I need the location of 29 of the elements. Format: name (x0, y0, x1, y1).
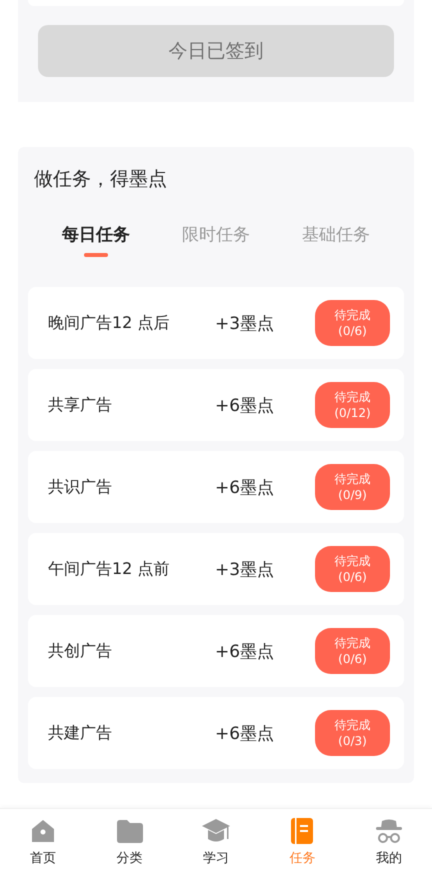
task-reward: +6墨点 (215, 722, 276, 744)
task-reward: +6墨点 (215, 476, 276, 498)
section-title: 做任务，得墨点 (33, 167, 168, 192)
task-name: 晚间广告12 点后 (48, 312, 170, 334)
task-status-button[interactable]: 待完成 (0/6) (315, 300, 390, 346)
task-reward: +3墨点 (215, 558, 276, 580)
task-reward: +6墨点 (215, 640, 276, 662)
task-name: 共识广告 (48, 476, 113, 498)
task-name: 共享广告 (48, 394, 113, 416)
task-reward: +3墨点 (215, 312, 276, 334)
tab-bar-item[interactable]: 学习 (172, 809, 260, 873)
task-tab[interactable]: 基础任务 (298, 223, 374, 261)
task-status-button[interactable]: 待完成 (0/3) (315, 710, 390, 756)
task-status-button[interactable]: 待完成 (0/6) (315, 546, 390, 592)
spy-icon (374, 817, 404, 845)
tab-bar-item[interactable]: 任务 (259, 809, 346, 873)
tab-bar-item[interactable]: 分类 (86, 809, 173, 873)
task-tab[interactable]: 每日任务 (58, 223, 134, 261)
task-status-button[interactable]: 待完成 (0/6) (315, 628, 390, 674)
tab-bar-item[interactable]: 我的 (346, 809, 432, 873)
task-name: 共创广告 (48, 640, 113, 662)
task-name: 午间广告12 点前 (48, 558, 170, 580)
task-name: 共建广告 (48, 722, 113, 744)
folder-icon (114, 817, 145, 845)
tab-bar-item[interactable]: 首页 (0, 809, 86, 873)
task-tab[interactable]: 限时任务 (178, 223, 254, 261)
task-reward: +6墨点 (215, 394, 276, 416)
task-status-button[interactable]: 待完成 (0/12) (315, 382, 390, 428)
task-status-button[interactable]: 待完成 (0/9) (315, 464, 390, 510)
